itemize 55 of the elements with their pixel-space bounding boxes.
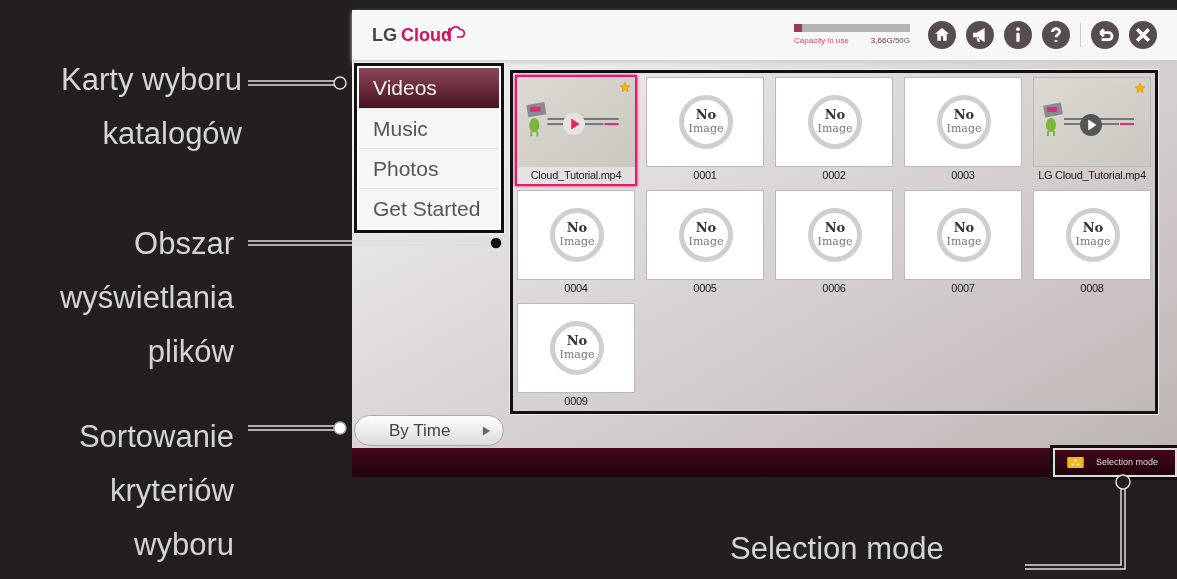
category-tab[interactable]: Get Started (359, 188, 499, 228)
no-image-text: Image (817, 235, 853, 249)
no-image-text: No (824, 221, 846, 235)
no-image-text: No (695, 108, 717, 122)
play-icon[interactable] (563, 113, 585, 135)
file-name: 0003 (950, 168, 976, 183)
no-image-text: Image (559, 235, 595, 249)
file-name: 0001 (692, 168, 718, 183)
capacity-total: /50G (892, 34, 910, 47)
file-name: 0005 (692, 281, 718, 296)
home-icon[interactable] (928, 21, 956, 49)
info-icon[interactable] (1004, 21, 1032, 49)
file-name: 0004 (563, 281, 589, 296)
category-tab[interactable]: Music (359, 108, 499, 148)
file-name: LG Cloud_Tutorial.mp4 (1037, 168, 1147, 183)
file-name: 0002 (821, 168, 847, 183)
logo-accent: Cloud (401, 23, 452, 47)
no-image-text: No (824, 108, 846, 122)
close-icon[interactable] (1129, 21, 1157, 49)
no-image-text: No (695, 221, 717, 235)
annotation-label: Sortowanie kryteriów wyboru (78, 418, 234, 564)
no-image-text: No (566, 221, 588, 235)
no-image-text: Image (817, 122, 853, 136)
triangle-right-icon (482, 425, 491, 436)
no-image-text: Image (688, 235, 724, 249)
file-tile[interactable]: Cloud_Tutorial.mp4 (515, 75, 637, 186)
no-image-text: Image (559, 348, 595, 362)
no-image-text: No (953, 221, 975, 235)
file-name: 0007 (950, 281, 976, 296)
megaphone-icon[interactable] (966, 21, 994, 49)
back-icon[interactable] (1091, 21, 1119, 49)
file-name: 0008 (1079, 281, 1105, 296)
no-image-text: No (566, 334, 588, 348)
capacity-used: 3,66G (870, 34, 893, 47)
annotation-label: Selection mode (730, 530, 945, 568)
capacity-label: Capacity in use (794, 34, 849, 47)
play-icon[interactable] (1080, 114, 1102, 136)
file-name: Cloud_Tutorial.mp4 (529, 168, 623, 183)
no-image-text: Image (688, 122, 724, 136)
category-tab[interactable]: Videos (359, 68, 499, 108)
file-name: 0009 (563, 394, 589, 409)
help-icon[interactable] (1042, 21, 1070, 49)
no-image-text: No (1082, 221, 1104, 235)
no-image-text: Image (946, 122, 982, 136)
selection-icon (1067, 457, 1084, 468)
no-image-text: Image (946, 235, 982, 249)
category-tab[interactable]: Photos (359, 148, 499, 188)
file-name: 0006 (821, 281, 847, 296)
annotation-label: Obszar wyświetlania plików (60, 225, 234, 371)
sort-button[interactable]: By Time (354, 415, 504, 446)
annotation-label: Karty wyboru katalogów (61, 61, 242, 153)
selection-mode-button[interactable]: Selection mode (1053, 448, 1177, 477)
no-image-text: No (953, 108, 975, 122)
logo-text: LG (372, 23, 397, 47)
no-image-text: Image (1075, 235, 1111, 249)
